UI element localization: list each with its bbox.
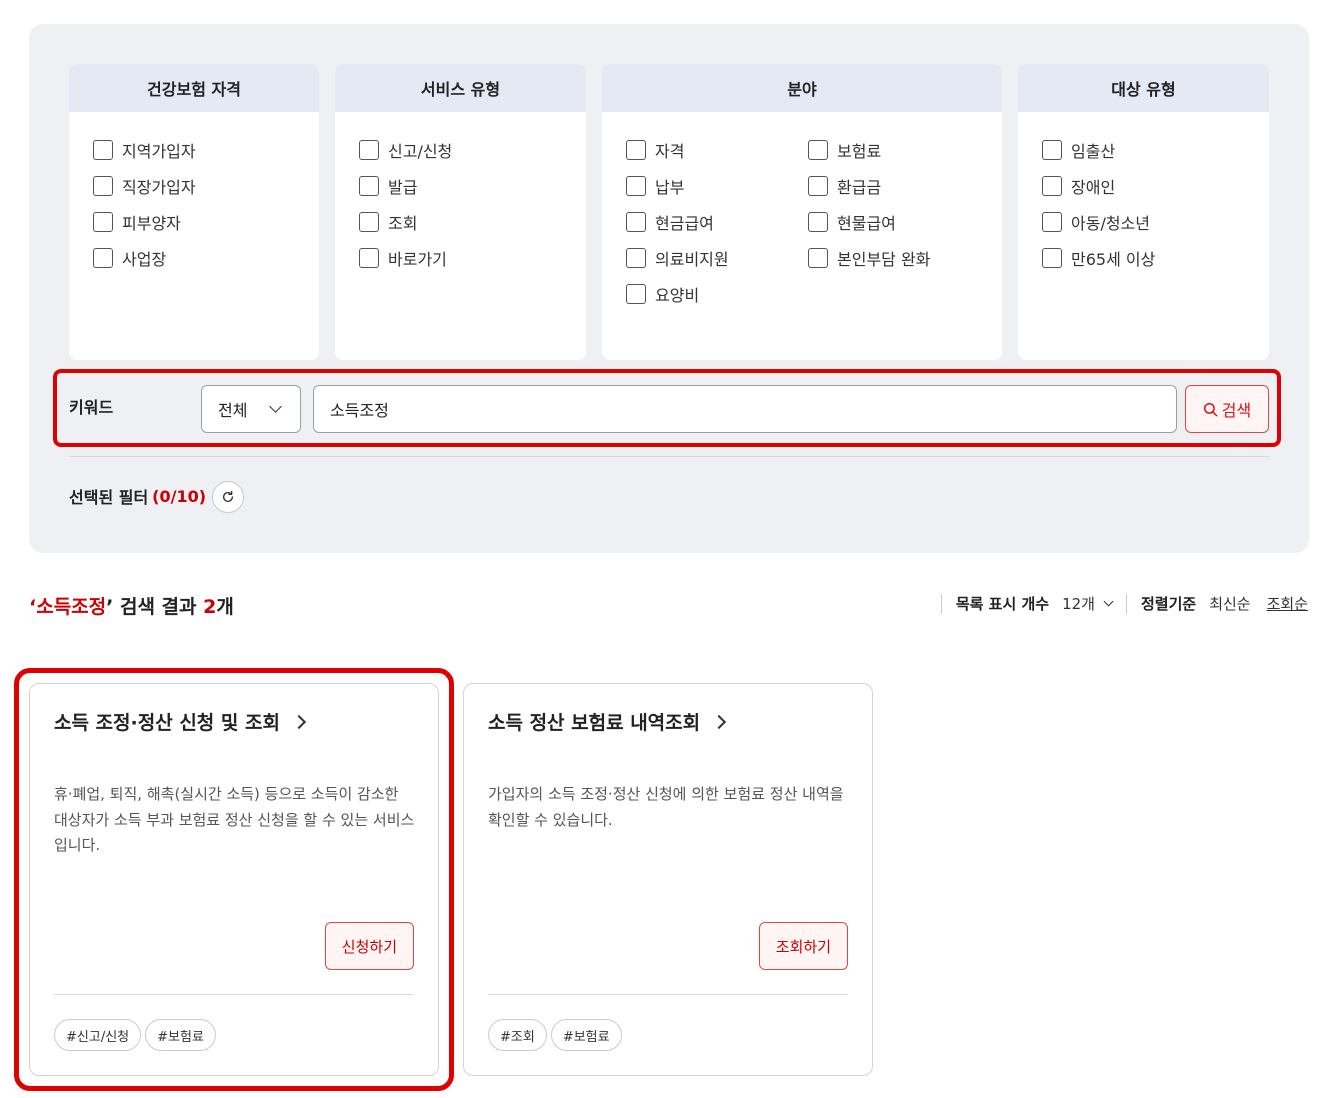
filter-group-title: 서비스 유형 bbox=[335, 64, 586, 112]
result-keyword: 소득조정 bbox=[36, 596, 107, 618]
chevron-right-icon bbox=[712, 714, 727, 729]
checkbox[interactable] bbox=[626, 248, 646, 268]
checkbox[interactable] bbox=[808, 140, 828, 160]
checkbox[interactable] bbox=[1042, 176, 1062, 196]
checkbox[interactable] bbox=[93, 176, 113, 196]
filter-group-title: 건강보험 자격 bbox=[69, 64, 319, 112]
search-button[interactable]: 검색 bbox=[1185, 385, 1269, 433]
filter-option-youth[interactable]: 아동/청소년 bbox=[1042, 204, 1269, 240]
search-button-label: 검색 bbox=[1221, 401, 1252, 420]
filter-group-field: 분야 자격 보험료 납부 환급금 현금급여 현물급여 의료비지원 본인부담 완화… bbox=[602, 64, 1002, 360]
checkbox[interactable] bbox=[808, 248, 828, 268]
card-title-link[interactable]: 소득 조정·정산 신청 및 조회 bbox=[54, 708, 307, 735]
keyword-input-value: 소득조정 bbox=[330, 401, 389, 420]
keyword-label: 키워드 bbox=[69, 398, 114, 417]
selected-filter-count: (0/10) bbox=[152, 486, 207, 506]
filter-option-dependent[interactable]: 피부양자 bbox=[93, 204, 319, 240]
filter-group-title: 분야 bbox=[602, 64, 1002, 112]
filter-option-employee[interactable]: 직장가입자 bbox=[93, 168, 319, 204]
filter-panel: 건강보험 자격 지역가입자 직장가입자 피부양자 사업장 서비스 유형 신고/신… bbox=[29, 24, 1309, 553]
chevron-down-icon bbox=[1103, 596, 1114, 607]
filter-option-regional[interactable]: 지역가입자 bbox=[93, 132, 319, 168]
list-count-select[interactable]: 12개 bbox=[1062, 593, 1114, 614]
checkbox[interactable] bbox=[626, 212, 646, 232]
filter-option-pregnancy[interactable]: 임출산 bbox=[1042, 132, 1269, 168]
filter-option-qualification[interactable]: 자격 bbox=[626, 132, 808, 168]
divider bbox=[69, 456, 1269, 457]
filter-option-copay-relief[interactable]: 본인부담 완화 bbox=[808, 240, 990, 276]
divider bbox=[488, 994, 848, 995]
checkbox[interactable] bbox=[626, 176, 646, 196]
keyword-search-row: 키워드 전체 소득조정 검색 bbox=[53, 369, 1281, 447]
list-controls: 목록 표시 개수 12개 정렬기준 최신순 조회순 bbox=[927, 593, 1308, 614]
filter-option-cash-benefit[interactable]: 현금급여 bbox=[626, 204, 808, 240]
result-title: ‘소득조정’ 검색 결과 2개 bbox=[29, 596, 234, 618]
checkbox[interactable] bbox=[93, 248, 113, 268]
apply-button[interactable]: 신청하기 bbox=[324, 922, 414, 970]
checkbox[interactable] bbox=[359, 140, 379, 160]
checkbox[interactable] bbox=[808, 176, 828, 196]
checkbox[interactable] bbox=[93, 212, 113, 232]
filter-group-target: 대상 유형 임출산 장애인 아동/청소년 만65세 이상 bbox=[1018, 64, 1269, 360]
checkbox[interactable] bbox=[359, 176, 379, 196]
refresh-icon bbox=[222, 490, 234, 502]
tag[interactable]: #신고/신청 bbox=[54, 1019, 142, 1051]
filter-option-inquiry[interactable]: 조회 bbox=[359, 204, 586, 240]
checkbox[interactable] bbox=[1042, 212, 1062, 232]
selected-filter-label: 선택된 필터 (0/10) bbox=[69, 486, 207, 508]
checkbox[interactable] bbox=[359, 212, 379, 232]
filter-option-senior[interactable]: 만65세 이상 bbox=[1042, 240, 1269, 276]
card-description: 가입자의 소득 조정·정산 신청에 의한 보험료 정산 내역을 확인할 수 있습… bbox=[488, 785, 844, 829]
filter-option-disabled[interactable]: 장애인 bbox=[1042, 168, 1269, 204]
tag-list: #조회 #보험료 bbox=[488, 1019, 626, 1051]
filter-option-shortcut[interactable]: 바로가기 bbox=[359, 240, 586, 276]
filter-option-care-cost[interactable]: 요양비 bbox=[626, 276, 808, 312]
checkbox[interactable] bbox=[359, 248, 379, 268]
tag[interactable]: #보험료 bbox=[550, 1019, 622, 1051]
sort-option-latest[interactable]: 최신순 bbox=[1209, 593, 1250, 614]
inquiry-button[interactable]: 조회하기 bbox=[758, 922, 848, 970]
filter-option-issue[interactable]: 발급 bbox=[359, 168, 586, 204]
card-title-link[interactable]: 소득 정산 보험료 내역조회 bbox=[488, 708, 727, 735]
service-card[interactable]: 소득 정산 보험료 내역조회 가입자의 소득 조정·정산 신청에 의한 보험료 … bbox=[463, 683, 873, 1076]
list-count-label: 목록 표시 개수 bbox=[955, 595, 1050, 613]
filter-option-report[interactable]: 신고/신청 bbox=[359, 132, 586, 168]
filter-group-insurance: 건강보험 자격 지역가입자 직장가입자 피부양자 사업장 bbox=[69, 64, 319, 360]
checkbox[interactable] bbox=[808, 212, 828, 232]
result-count: 2 bbox=[203, 596, 217, 618]
sort-label: 정렬기준 bbox=[1140, 595, 1197, 613]
keyword-scope-select[interactable]: 전체 bbox=[201, 385, 301, 433]
reset-filter-button[interactable] bbox=[212, 481, 244, 513]
tag[interactable]: #조회 bbox=[488, 1019, 547, 1051]
divider bbox=[1125, 593, 1127, 614]
checkbox[interactable] bbox=[1042, 140, 1062, 160]
keyword-scope-value: 전체 bbox=[218, 401, 248, 420]
checkbox[interactable] bbox=[1042, 248, 1062, 268]
chevron-right-icon bbox=[291, 714, 307, 729]
filter-option-medical-support[interactable]: 의료비지원 bbox=[626, 240, 808, 276]
filter-option-payment[interactable]: 납부 bbox=[626, 168, 808, 204]
checkbox[interactable] bbox=[626, 284, 646, 304]
tag-list: #신고/신청 #보험료 bbox=[54, 1019, 220, 1051]
sort-option-views[interactable]: 조회순 bbox=[1267, 593, 1308, 614]
checkbox[interactable] bbox=[93, 140, 113, 160]
filter-option-workplace[interactable]: 사업장 bbox=[93, 240, 319, 276]
chevron-down-icon bbox=[269, 400, 282, 413]
divider bbox=[940, 593, 942, 614]
keyword-input[interactable]: 소득조정 bbox=[313, 385, 1177, 433]
checkbox[interactable] bbox=[626, 140, 646, 160]
filter-group-title: 대상 유형 bbox=[1018, 64, 1269, 112]
tag[interactable]: #보험료 bbox=[145, 1019, 216, 1051]
filter-option-in-kind-benefit[interactable]: 현물급여 bbox=[808, 204, 990, 240]
filter-option-refund[interactable]: 환급금 bbox=[808, 168, 990, 204]
service-card[interactable]: 소득 조정·정산 신청 및 조회 휴·폐업, 퇴직, 해촉(실시간 소득) 등으… bbox=[29, 683, 439, 1076]
search-icon bbox=[1203, 402, 1218, 416]
filter-option-premium[interactable]: 보험료 bbox=[808, 132, 990, 168]
filter-group-service: 서비스 유형 신고/신청 발급 조회 바로가기 bbox=[335, 64, 586, 360]
divider bbox=[54, 994, 414, 995]
card-description: 휴·폐업, 퇴직, 해촉(실시간 소득) 등으로 소득이 감소한 대상자가 소득… bbox=[54, 785, 415, 854]
